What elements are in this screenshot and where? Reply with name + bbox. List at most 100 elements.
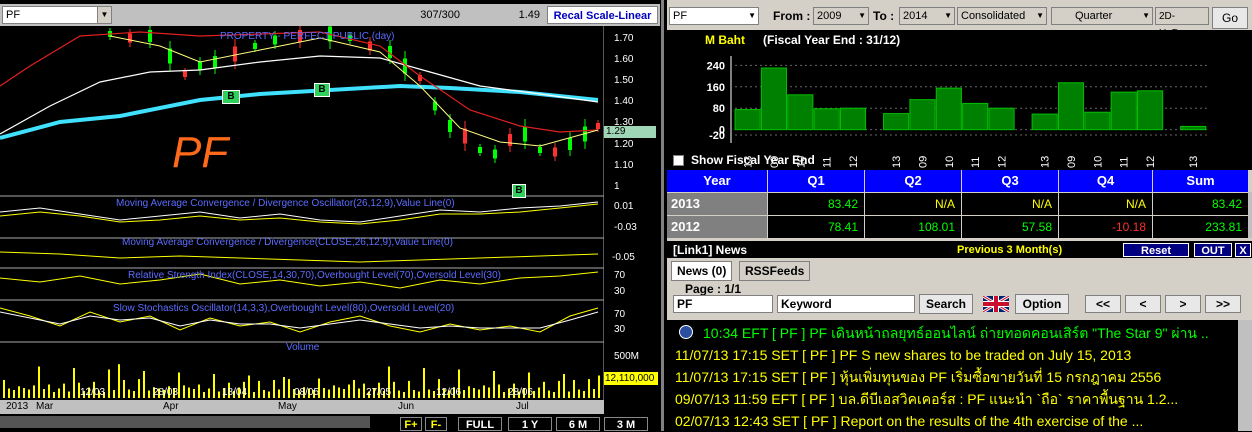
bar[interactable] (1180, 125, 1207, 131)
table-scrollbar[interactable] (1248, 192, 1252, 238)
range-1y-button[interactable]: 1 Y (508, 417, 552, 431)
bar[interactable] (909, 99, 936, 131)
zoom-out-button[interactable]: F- (425, 417, 447, 431)
recal-scale-button[interactable]: Recal Scale-Linear (547, 6, 658, 24)
x-tick-label: 11 (822, 157, 834, 168)
bar[interactable] (935, 87, 962, 131)
close-button[interactable]: X (1235, 243, 1251, 257)
price-axis-label: 1.10 (614, 160, 634, 171)
prev-page-button[interactable]: < (1125, 295, 1161, 313)
fin-symbol-combo[interactable]: PF ▼ (669, 7, 759, 25)
bar[interactable] (734, 109, 761, 131)
buy-signal-marker[interactable]: B (512, 184, 526, 198)
range-6m-button[interactable]: 6 M (556, 417, 600, 431)
basis-combo[interactable]: Consolidated ▼ (957, 7, 1047, 25)
price-axis-label: 1.60 (614, 54, 634, 65)
chevron-down-icon[interactable]: ▼ (944, 8, 952, 24)
list-item[interactable]: 11/07/13 17:15 SET [ PF ] PF S new share… (675, 344, 1210, 366)
out-button[interactable]: OUT (1194, 243, 1232, 257)
from-year-combo[interactable]: 2009 ▼ (813, 7, 869, 25)
last-page-button[interactable]: >> (1205, 295, 1241, 313)
keyword-input[interactable]: Keyword (777, 295, 915, 313)
to-year-value: 2014 (903, 10, 928, 22)
chevron-down-icon[interactable]: ▼ (97, 7, 111, 23)
list-item[interactable]: 10:34 EFT [ PF ] PF เดินหน้าถลยุทธ์ออนไล… (703, 322, 1208, 344)
bar[interactable] (1084, 111, 1111, 131)
tab-news[interactable]: News (0) (671, 261, 733, 281)
tab-rss[interactable]: RSSFeeds (739, 261, 811, 281)
from-label: From : (773, 9, 811, 23)
list-item[interactable]: 02/07/13 12:43 SET [ PF ] Report on the … (675, 410, 1210, 431)
bar[interactable] (883, 113, 910, 131)
go-button[interactable]: Go (1212, 7, 1248, 29)
news-range-label: Previous 3 Month(s) (957, 244, 1063, 256)
candle-body (523, 126, 527, 142)
sector-title: PROPERTY - PERFECT PUBLIC (day) (220, 31, 395, 42)
option-button[interactable]: Option (1015, 294, 1069, 314)
buy-signal-marker[interactable]: B (314, 83, 330, 97)
financial-table: Year Q1 Q2 Q3 Q4 Sum 2013 83.42 N/A N/A … (667, 170, 1248, 238)
volume-axis-label: 500M (614, 351, 640, 362)
candle-body (493, 149, 497, 159)
show-fye-checkbox[interactable] (673, 155, 684, 166)
buy-signal-marker[interactable]: B (222, 90, 240, 104)
stochastic-title: Slow Stochastics Oscillator(14,3,3),Over… (113, 303, 455, 314)
candle-body (183, 71, 187, 77)
x-tick-label: 12 (1145, 156, 1157, 168)
bar[interactable] (760, 67, 788, 131)
list-item[interactable]: 09/07/13 11:59 EFT [ PF ] บล.ดีบีเอสวิคเ… (675, 388, 1210, 410)
chart-bottom-bar: F+ F- FULL 1 Y 6 M 3 M (0, 414, 660, 431)
chevron-down-icon[interactable]: ▼ (858, 8, 866, 24)
x-tick-label: 13 (1188, 156, 1200, 168)
bar[interactable] (1031, 113, 1058, 131)
search-button[interactable]: Search (919, 294, 973, 314)
bar[interactable] (988, 107, 1015, 131)
uk-flag-icon[interactable] (982, 294, 1010, 314)
style-combo[interactable]: 2D-UpDown (1155, 7, 1209, 39)
col-header-q4: Q4 (1059, 170, 1152, 192)
period-combo[interactable]: Quarter ▼ (1051, 7, 1153, 25)
y-tick-label: 240 (707, 60, 725, 72)
news-scrollbar[interactable] (1238, 320, 1252, 431)
chart-toolbar: PF ▼ 307/300 1.49 Recal Scale-Linear (0, 4, 660, 26)
date-tick: 28/03 (153, 387, 179, 398)
symbol-combo[interactable]: PF ▼ (2, 6, 112, 24)
range-3m-button[interactable]: 3 M (604, 417, 648, 431)
chevron-down-icon[interactable]: ▼ (1036, 8, 1044, 24)
financial-toolbar: PF ▼ From : 2009 ▼ To : 2014 ▼ Consolida… (667, 4, 1252, 39)
period-value: Quarter (1075, 10, 1113, 22)
bar[interactable] (787, 94, 814, 131)
range-full-button[interactable]: FULL (458, 417, 502, 431)
fin-symbol-value: PF (673, 10, 688, 22)
news-link-label: [Link1] News (673, 243, 748, 257)
chevron-down-icon[interactable]: ▼ (748, 8, 756, 24)
chart-scrollbar[interactable] (0, 416, 370, 428)
candle-body (213, 56, 217, 68)
rsi-title: Relative Strength Index(CLOSE,14,30,70),… (128, 270, 501, 281)
cell-q3: 57.58 (962, 216, 1058, 238)
candle-body (148, 30, 152, 42)
bar[interactable] (1137, 90, 1164, 131)
zoom-in-button[interactable]: F+ (400, 417, 422, 431)
bar[interactable] (813, 108, 840, 131)
x-tick-label: 09 (917, 156, 929, 168)
bar[interactable] (1110, 91, 1137, 131)
to-year-combo[interactable]: 2014 ▼ (899, 7, 955, 25)
cell-q2: N/A (865, 193, 961, 215)
date-tick: 08/05 (294, 387, 320, 398)
list-item[interactable]: 11/07/13 17:15 SET [ PF ] หุ้นเพิ่มทุนขอ… (675, 366, 1210, 388)
bar[interactable] (1057, 82, 1085, 131)
next-page-button[interactable]: > (1165, 295, 1201, 313)
cell-q4: N/A (1059, 193, 1152, 215)
date-tick: 28/06 (508, 387, 534, 398)
candle-body (478, 147, 482, 153)
bar[interactable] (962, 102, 989, 131)
candle-body (233, 46, 237, 62)
financial-chart-svg: 240160800-2013 09 10 11 12 13 09 10 11 12 13 09 10 11… (707, 56, 1207, 168)
bar[interactable] (839, 107, 867, 131)
first-page-button[interactable]: << (1085, 295, 1121, 313)
candle-body (596, 123, 600, 129)
news-symbol-input[interactable]: PF (673, 295, 773, 313)
reset-button[interactable]: Reset (1123, 243, 1189, 257)
chevron-down-icon[interactable]: ▼ (1142, 8, 1150, 24)
